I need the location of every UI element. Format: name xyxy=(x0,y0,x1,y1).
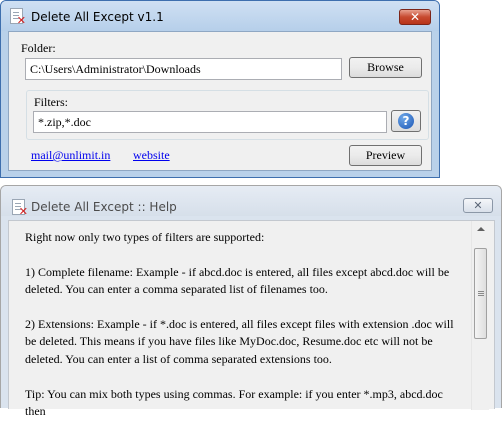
main-window: ✕ Delete All Except v1.1 ✕ Folder: C:\Us… xyxy=(0,0,440,178)
main-window-title: Delete All Except v1.1 xyxy=(31,10,164,24)
help-client-area: Right now only two types of filters are … xyxy=(8,220,495,418)
help-title-bar[interactable]: ✕ Delete All Except :: Help ✕ xyxy=(1,186,501,217)
preview-button[interactable]: Preview xyxy=(349,145,422,166)
website-link[interactable]: website xyxy=(133,148,170,163)
folder-input[interactable]: C:\Users\Administrator\Downloads xyxy=(25,58,342,80)
help-question-icon: ? xyxy=(398,113,414,129)
app-delete-icon: ✕ xyxy=(9,8,26,26)
help-paragraph: 1) Complete filename: Example - if abcd.… xyxy=(25,264,450,297)
help-scrollbar[interactable] xyxy=(471,221,489,410)
main-title-bar[interactable]: ✕ Delete All Except v1.1 ✕ xyxy=(1,1,439,31)
folder-label: Folder: xyxy=(21,41,56,55)
help-window-title: Delete All Except :: Help xyxy=(31,200,177,214)
filters-label: Filters: xyxy=(34,95,69,109)
help-paragraph: Tip: You can mix both types using commas… xyxy=(25,386,443,419)
main-client-area: Folder: C:\Users\Administrator\Downloads… xyxy=(8,31,432,171)
help-paragraph: 2) Extensions: Example - if *.doc is ent… xyxy=(25,317,454,366)
scroll-up-arrow-icon[interactable] xyxy=(477,227,485,231)
close-icon: ✕ xyxy=(473,199,483,212)
help-close-button[interactable]: ✕ xyxy=(463,198,493,213)
app-delete-icon: ✕ xyxy=(11,199,28,217)
email-link[interactable]: mail@unlimit.in xyxy=(31,148,110,163)
scroll-thumb[interactable] xyxy=(474,248,487,339)
browse-button[interactable]: Browse xyxy=(349,57,422,78)
help-text[interactable]: Right now only two types of filters are … xyxy=(25,229,465,438)
help-button[interactable]: ? xyxy=(391,110,421,132)
close-icon: ✕ xyxy=(409,10,421,24)
main-close-button[interactable]: ✕ xyxy=(399,9,431,25)
help-window: ✕ Delete All Except :: Help ✕ Right now … xyxy=(0,185,502,418)
filters-input[interactable]: *.zip,*.doc xyxy=(33,111,387,133)
help-paragraph: Right now only two types of filters are … xyxy=(25,230,265,244)
